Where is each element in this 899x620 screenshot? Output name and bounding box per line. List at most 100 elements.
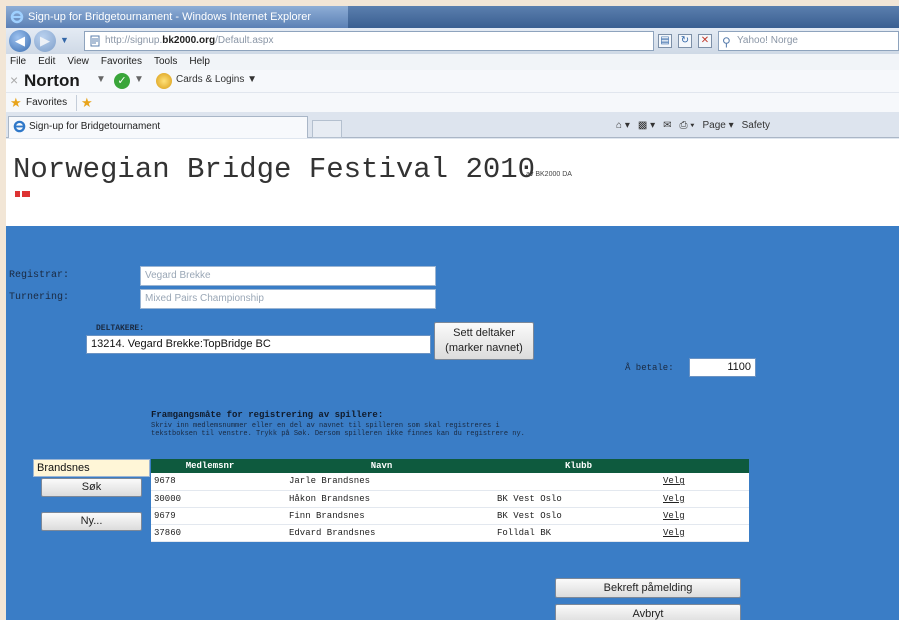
menu-favorites[interactable]: Favorites [101,54,142,70]
back-arrow-icon: ◀ [15,33,25,48]
table-row: 9678 Jarle Brandsnes Velg [151,473,749,491]
safety-menu[interactable]: Safety [742,118,770,134]
sett-deltaker-button[interactable]: Sett deltaker (marker navnet) [434,322,534,360]
signup-panel: Registrar: Vegard Brekke Turnering: Mixe… [6,226,899,620]
address-bar: ◀ ▶ ▼ http://signup.bk2000.org/Default.a… [6,28,899,54]
player-search-input[interactable]: Brandsnes [33,459,150,477]
cell-medlemsnr: 30000 [151,490,269,508]
page-icon [90,35,100,47]
refresh-icon[interactable]: ↻ [678,34,692,48]
avbryt-button[interactable]: Avbryt [555,604,741,620]
column-header-klubb: Klubb [494,459,663,473]
page-menu-label: Page [702,120,726,131]
stop-icon[interactable]: ✕ [698,34,712,48]
instructions-text: Skriv inn medlemsnummer eller en del av … [151,422,525,438]
new-tab-button[interactable] [312,120,342,138]
instructions-heading: Framgangsmåte for registrering av spille… [151,410,384,420]
close-toolbar-icon[interactable]: × [10,72,18,88]
cell-klubb: BK Vest Oslo [494,507,663,525]
compatibility-view-icon[interactable]: ▤ [658,34,672,48]
cell-navn: Finn Brandsnes [269,507,494,525]
check-icon[interactable]: ✓ [114,73,130,89]
cell-navn: Håkon Brandsnes [269,490,494,508]
norton-toolbar: × Norton ▼ ✓ ▼ Cards & Logins ▼ [6,70,899,92]
velg-link[interactable]: Velg [663,524,749,542]
menu-view[interactable]: View [67,54,89,70]
table-row: 30000 Håkon Brandsnes BK Vest Oslo Velg [151,490,749,508]
menu-bar: File Edit View Favorites Tools Help [6,54,899,70]
window-title-tab: Sign-up for Bridgetournament - Windows I… [6,6,348,28]
history-dropdown-icon[interactable]: ▼ [60,35,69,45]
betale-field: 1100 [689,358,756,377]
velg-link[interactable]: Velg [663,490,749,508]
page-subtitle: av BK2000 DA [526,171,572,178]
forward-button[interactable]: ▶ [34,30,56,52]
registrar-field: Vegard Brekke [140,266,436,286]
url-domain: bk2000.org [162,35,216,46]
url-prefix: http://signup. [105,35,163,46]
cell-klubb: BK Vest Oslo [494,490,663,508]
registrar-label: Registrar: [9,270,70,281]
menu-file[interactable]: File [10,54,26,70]
feeds-icon[interactable]: ▩ ▾ [638,118,655,134]
search-field[interactable]: ⚲ Yahoo! Norge [718,31,899,51]
menu-help[interactable]: Help [189,54,210,70]
favorites-button[interactable]: Favorites [26,97,67,108]
cell-medlemsnr: 37860 [151,524,269,542]
cards-logins-icon[interactable] [156,73,172,89]
command-bar: ⌂ ▾ ▩ ▾ ✉ ⎙ ▾ Page ▾ Safety [616,118,770,134]
deltakere-list[interactable]: 13214. Vegard Brekke:TopBridge BC [86,335,431,354]
tab-title: Sign-up for Bridgetournament [29,121,161,132]
norton-logo[interactable]: Norton [24,71,80,91]
favorites-star-icon[interactable]: ★ [10,95,22,111]
cell-navn: Edvard Brandsnes [269,524,494,542]
chevron-down-icon[interactable]: ▼ [134,74,144,85]
mail-icon[interactable]: ✉ [663,118,671,134]
title-bar: Sign-up for Bridgetournament - Windows I… [6,6,899,28]
url-path: /Default.aspx [215,35,274,46]
sok-button[interactable]: Søk [41,478,142,497]
ie-logo-icon [13,120,26,133]
menu-edit[interactable]: Edit [38,54,55,70]
table-row: 9679 Finn Brandsnes BK Vest Oslo Velg [151,507,749,525]
cell-klubb [494,473,663,491]
tab-bar: Sign-up for Bridgetournament ⌂ ▾ ▩ ▾ ✉ ⎙… [6,112,899,138]
print-icon[interactable]: ⎙ ▾ [679,118,694,134]
column-header-navn: Navn [269,459,494,473]
chevron-down-icon[interactable]: ▼ [96,74,106,85]
turnering-label: Turnering: [9,292,70,303]
deltakere-label: DELTAKERE: [96,324,145,333]
tab-signup[interactable]: Sign-up for Bridgetournament [8,116,308,138]
add-favorite-icon[interactable]: ★ [76,95,93,111]
cards-logins-button[interactable]: Cards & Logins ▼ [176,74,257,85]
column-header-medlemsnr: Medlemsnr [151,459,269,473]
bekreft-paamelding-button[interactable]: Bekreft påmelding [555,578,741,598]
page-menu[interactable]: Page ▾ [702,118,733,134]
results-header-row: Medlemsnr Navn Klubb [151,459,749,473]
cell-klubb: Folldal BK [494,524,663,542]
velg-link[interactable]: Velg [663,473,749,491]
url-field[interactable]: http://signup.bk2000.org/Default.aspx [84,31,654,51]
favorites-bar: ★ Favorites ★ [6,92,899,112]
ny-button[interactable]: Ny... [41,512,142,531]
results-table: Medlemsnr Navn Klubb 9678 Jarle Brandsne… [151,459,749,542]
table-row: 37860 Edvard Brandsnes Folldal BK Velg [151,524,749,542]
menu-tools[interactable]: Tools [154,54,177,70]
page-title: Norwegian Bridge Festival 2010 [13,153,536,186]
window-title: Sign-up for Bridgetournament - Windows I… [28,11,312,23]
cell-medlemsnr: 9679 [151,507,269,525]
norwegian-flag-icon [15,191,30,197]
cell-navn: Jarle Brandsnes [269,473,494,491]
turnering-field: Mixed Pairs Championship [140,289,436,309]
cell-medlemsnr: 9678 [151,473,269,491]
cards-logins-label: Cards & Logins [176,74,245,85]
betale-label: Å betale: [625,363,674,373]
back-button[interactable]: ◀ [9,30,31,52]
search-placeholder: Yahoo! Norge [737,35,798,46]
search-icon: ⚲ [722,35,731,49]
address-tools: ▤ ↻ ✕ [658,31,712,51]
velg-link[interactable]: Velg [663,507,749,525]
home-icon[interactable]: ⌂ ▾ [616,118,630,134]
page-content: Norwegian Bridge Festival 2010 av BK2000… [6,139,899,620]
ie-logo-icon [10,10,24,24]
